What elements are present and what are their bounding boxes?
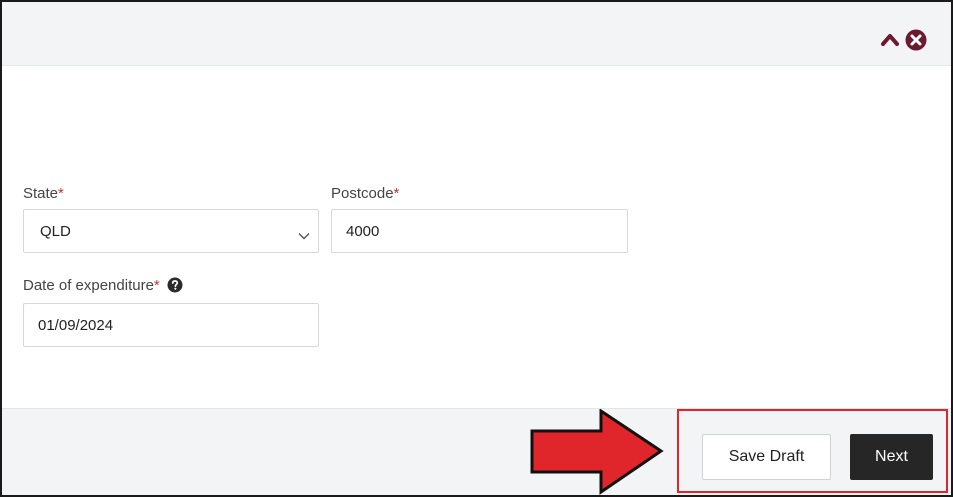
required-mark: * — [58, 185, 64, 202]
postcode-input[interactable]: 4000 — [331, 209, 628, 253]
state-label-text: State — [23, 185, 59, 202]
next-button[interactable]: Next — [850, 434, 933, 480]
date-label-text: Date of expenditure — [23, 277, 154, 294]
date-input[interactable]: 01/09/2024 — [23, 303, 319, 347]
required-mark: * — [153, 277, 160, 294]
required-mark: * — [393, 185, 400, 202]
question-circle-icon[interactable] — [167, 277, 183, 297]
postcode-input-value: 4000 — [346, 222, 380, 240]
form-panel: State* QLD Postcode* 4000 Date of expend… — [0, 0, 953, 497]
save-draft-button[interactable]: Save Draft — [702, 434, 831, 480]
times-circle-icon[interactable] — [905, 29, 927, 51]
date-label: Date of expenditure* — [23, 277, 183, 297]
state-label: State* — [23, 185, 64, 202]
date-input-value: 01/09/2024 — [38, 316, 114, 334]
panel-header — [2, 2, 951, 66]
chevron-up-icon[interactable] — [879, 30, 901, 48]
state-select-value: QLD — [40, 222, 71, 240]
chevron-down-icon — [298, 227, 310, 244]
postcode-label: Postcode* — [331, 185, 399, 202]
postcode-label-text: Postcode — [331, 185, 394, 202]
state-select[interactable]: QLD — [23, 209, 319, 253]
